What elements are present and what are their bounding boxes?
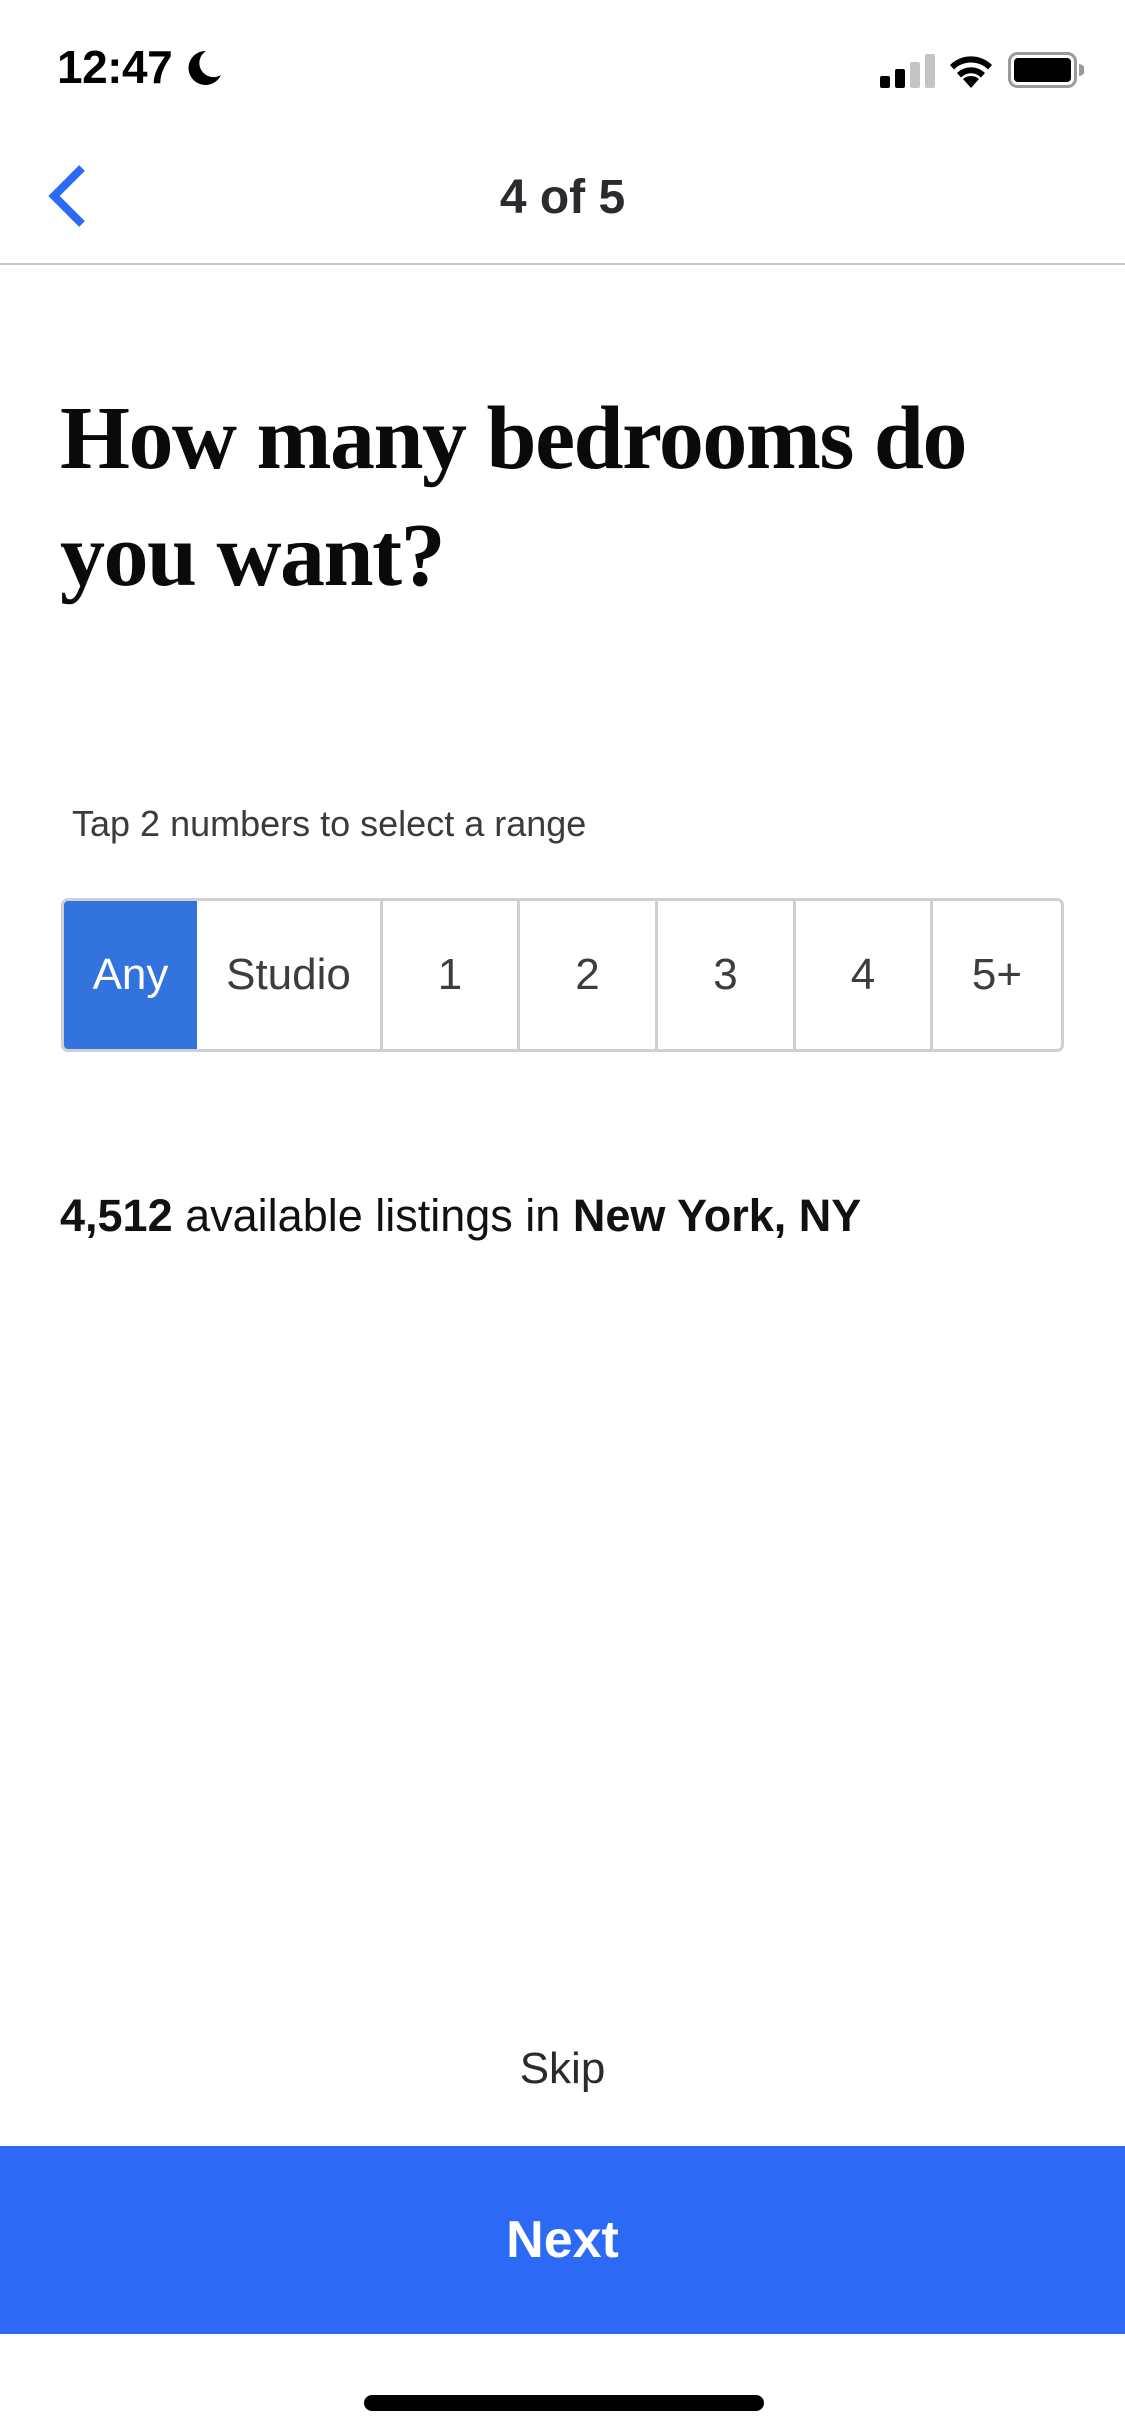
wifi-icon: [950, 56, 992, 88]
bedroom-option-any[interactable]: Any: [64, 901, 197, 1049]
next-button[interactable]: Next: [0, 2146, 1125, 2334]
bedroom-option-3[interactable]: 3: [655, 901, 793, 1049]
moon-icon: [188, 50, 221, 85]
skip-button[interactable]: Skip: [0, 2044, 1125, 2094]
listings-text: available listings in: [172, 1190, 573, 1241]
bedroom-option-2[interactable]: 2: [517, 901, 655, 1049]
bedroom-option-1[interactable]: 1: [380, 901, 517, 1049]
page-title: How many bedrooms do you want?: [60, 389, 967, 605]
listings-count: 4,512: [60, 1190, 173, 1241]
bedroom-option-4[interactable]: 4: [793, 901, 930, 1049]
bedroom-option-5-plus[interactable]: 5+: [930, 901, 1061, 1049]
status-time: 12:47: [57, 41, 173, 93]
step-indicator: 4 of 5: [499, 171, 626, 224]
listings-summary: 4,512 available listings in New York, NY: [60, 1190, 861, 1242]
home-indicator: [364, 2395, 764, 2411]
bedroom-selector: Any Studio 1 2 3 4 5+: [61, 898, 1064, 1052]
signal-icon: [880, 54, 935, 88]
listings-location: New York, NY: [572, 1190, 862, 1241]
bedroom-option-studio[interactable]: Studio: [197, 901, 380, 1049]
range-helper-text: Tap 2 numbers to select a range: [72, 803, 587, 844]
battery-icon: [1008, 52, 1084, 88]
nav-divider: [0, 263, 1125, 265]
